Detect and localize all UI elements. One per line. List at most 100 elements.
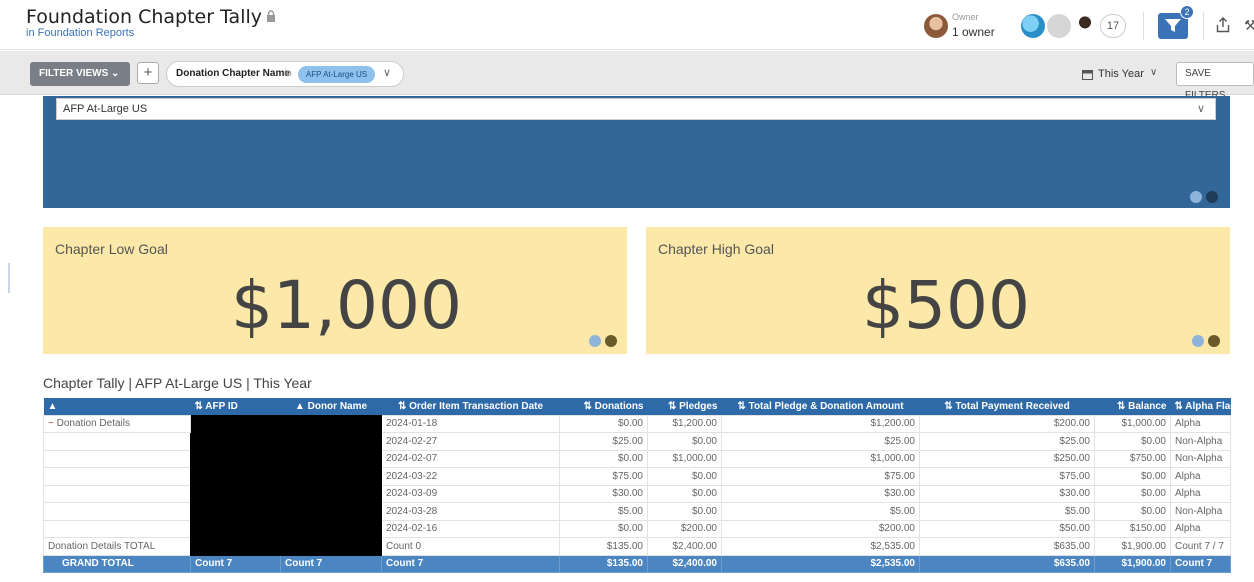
- column-header[interactable]: ⇅ Order Item Transaction Date: [381, 398, 560, 415]
- owner-label: Owner: [952, 12, 979, 22]
- chevron-down-icon[interactable]: ∨: [383, 66, 391, 79]
- cell-total: $25.00: [721, 432, 920, 451]
- wrench-icon[interactable]: ⚒: [1244, 17, 1254, 34]
- viewer-count-badge[interactable]: 17: [1100, 14, 1126, 38]
- filter-views-label: FILTER VIEWS: [39, 68, 109, 79]
- cell-empty: [43, 432, 191, 451]
- filter-indicator-icon[interactable]: [589, 335, 601, 347]
- cell-flag: Non-Alpha: [1170, 502, 1231, 521]
- user-icon[interactable]: [605, 335, 617, 347]
- page-title: Foundation Chapter Tally: [26, 6, 263, 28]
- cell-flag: Alpha: [1170, 467, 1231, 486]
- filter-indicator-icon[interactable]: [1190, 191, 1202, 203]
- cell-total: $2,535.00: [721, 554, 920, 573]
- breadcrumb-link[interactable]: in Foundation Reports: [26, 27, 134, 39]
- grand-total-row: GRAND TOTAL Count 7 Count 7 Count 7 $135…: [43, 554, 1231, 573]
- table-header-row: ▲ ⇅ AFP ID ▲ Donor Name ⇅ Order Item Tra…: [43, 398, 1231, 415]
- column-header[interactable]: ▲ Donor Name: [280, 398, 382, 415]
- chevron-down-icon: ⌄: [111, 68, 120, 79]
- viewer-avatar[interactable]: [1047, 14, 1071, 38]
- save-filters-button[interactable]: SAVE FILTERS: [1176, 62, 1254, 101]
- cell-received: $25.00: [919, 432, 1095, 451]
- cell-flag: Alpha: [1170, 484, 1231, 503]
- cell-received: $30.00: [919, 484, 1095, 503]
- cell-flag: Alpha: [1170, 519, 1231, 538]
- owner-avatar[interactable]: [924, 14, 948, 38]
- chapter-select[interactable]: AFP At-Large US ∨: [56, 98, 1216, 120]
- filter-views-button[interactable]: FILTER VIEWS ⌄: [30, 62, 130, 86]
- cell-total: $1,000.00: [721, 449, 920, 468]
- calendar-icon[interactable]: [1082, 69, 1093, 80]
- cell-received: $200.00: [919, 414, 1095, 433]
- viewer-avatar[interactable]: [1021, 14, 1045, 38]
- group-toggle[interactable]: − Donation Details: [43, 414, 191, 433]
- cell-pledges: $1,000.00: [647, 449, 722, 468]
- cell-empty: [43, 449, 191, 468]
- cell-total: $1,200.00: [721, 414, 920, 433]
- share-icon[interactable]: [1216, 17, 1230, 33]
- cell-pledges: $2,400.00: [647, 537, 722, 556]
- grand-total-label: GRAND TOTAL: [43, 554, 191, 573]
- filter-indicator-icon[interactable]: [1192, 335, 1204, 347]
- goal-value: $500: [862, 267, 1030, 344]
- cell-date: 2024-02-27: [381, 432, 560, 451]
- collapse-icon[interactable]: −: [48, 418, 54, 429]
- cell-received: $635.00: [919, 537, 1095, 556]
- cell-pledges: $0.00: [647, 467, 722, 486]
- cell-pledges: $2,400.00: [647, 554, 722, 573]
- viewer-avatar[interactable]: [1073, 14, 1097, 38]
- cell-balance: $0.00: [1094, 502, 1171, 521]
- cell-total: $30.00: [721, 484, 920, 503]
- cell-donations: $135.00: [559, 554, 648, 573]
- column-header[interactable]: ⇅ Donations: [559, 398, 648, 415]
- cell-donations: $0.00: [559, 414, 648, 433]
- cell-donations: $135.00: [559, 537, 648, 556]
- cell-total: $5.00: [721, 502, 920, 521]
- filter-chip[interactable]: Donation Chapter Name in AFP At-Large US…: [166, 61, 404, 87]
- cell-balance: $1,900.00: [1094, 554, 1171, 573]
- cell-date: 2024-02-16: [381, 519, 560, 538]
- column-header[interactable]: ▲: [43, 398, 191, 415]
- cell-empty: [43, 502, 191, 521]
- add-filter-button[interactable]: +: [137, 62, 159, 84]
- chevron-down-icon[interactable]: ∨: [1150, 67, 1157, 78]
- column-header[interactable]: ⇅ Pledges: [647, 398, 722, 415]
- cell-received: $250.00: [919, 449, 1095, 468]
- divider: [1203, 12, 1204, 40]
- cell-date: 2024-03-09: [381, 484, 560, 503]
- chapter-select-value: AFP At-Large US: [63, 103, 148, 115]
- cell-balance: $0.00: [1094, 484, 1171, 503]
- app-header: Foundation Chapter Tally in Foundation R…: [0, 0, 1254, 50]
- column-header[interactable]: ⇅ Total Payment Received: [919, 398, 1095, 415]
- cell-flag: Non-Alpha: [1170, 432, 1231, 451]
- cell-total: $75.00: [721, 467, 920, 486]
- owner-count[interactable]: 1 owner: [952, 25, 995, 39]
- column-header[interactable]: ⇅ AFP ID: [190, 398, 281, 415]
- cell-date: Count 0: [381, 537, 560, 556]
- redacted-cell: [280, 414, 382, 556]
- user-icon[interactable]: [1208, 335, 1220, 347]
- cell-received: $75.00: [919, 467, 1095, 486]
- cell-balance: $150.00: [1094, 519, 1171, 538]
- cell-pledges: $200.00: [647, 519, 722, 538]
- filter-chip-field: Donation Chapter Name: [176, 68, 290, 79]
- cell-pledges: $0.00: [647, 502, 722, 521]
- user-icon[interactable]: [1206, 191, 1218, 203]
- date-range-selector[interactable]: This Year: [1098, 68, 1144, 80]
- cell-pledges: $0.00: [647, 432, 722, 451]
- cell-flag: Count 7: [1170, 554, 1231, 573]
- cell-received: $635.00: [919, 554, 1095, 573]
- column-header[interactable]: ⇅ Alpha Flag: [1170, 398, 1231, 415]
- cell-empty: [43, 519, 191, 538]
- table-title: Chapter Tally | AFP At-Large US | This Y…: [43, 375, 312, 391]
- cell-flag: Non-Alpha: [1170, 449, 1231, 468]
- cell-total: $200.00: [721, 519, 920, 538]
- redacted-cell: [190, 414, 281, 556]
- cell-balance: $0.00: [1094, 432, 1171, 451]
- chevron-down-icon[interactable]: ∨: [1197, 102, 1205, 115]
- chapter-filter-panel: AFP At-Large US ∨: [43, 96, 1230, 208]
- column-header[interactable]: ⇅ Balance: [1094, 398, 1171, 415]
- chapter-low-goal-card: Chapter Low Goal $1,000: [43, 227, 627, 354]
- column-header[interactable]: ⇅ Total Pledge & Donation Amount: [721, 398, 920, 415]
- subtotal-label: Donation Details TOTAL: [43, 537, 191, 556]
